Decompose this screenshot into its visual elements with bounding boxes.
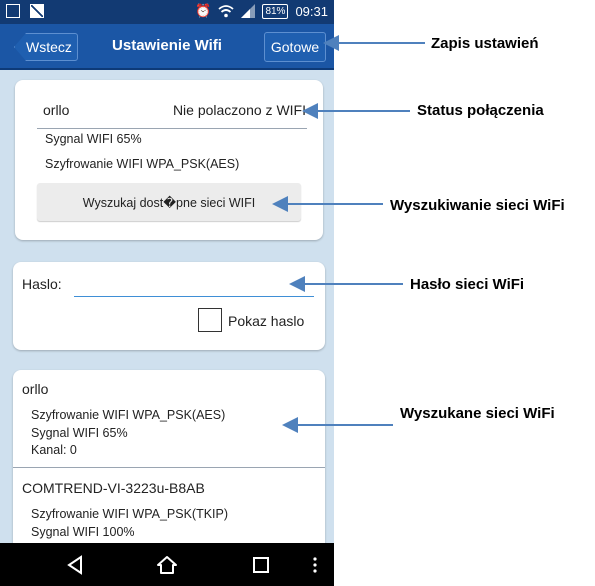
annotation-arrows (272, 35, 425, 433)
annotation-password: Hasło sieci WiFi (410, 276, 525, 293)
annotation-found: Wyszukane sieci WiFi (400, 405, 555, 422)
annotation-save: Zapis ustawień (431, 35, 539, 52)
annotation-search: Wyszukiwanie sieci WiFi (390, 197, 565, 214)
annotation-status: Status połączenia (417, 102, 544, 119)
